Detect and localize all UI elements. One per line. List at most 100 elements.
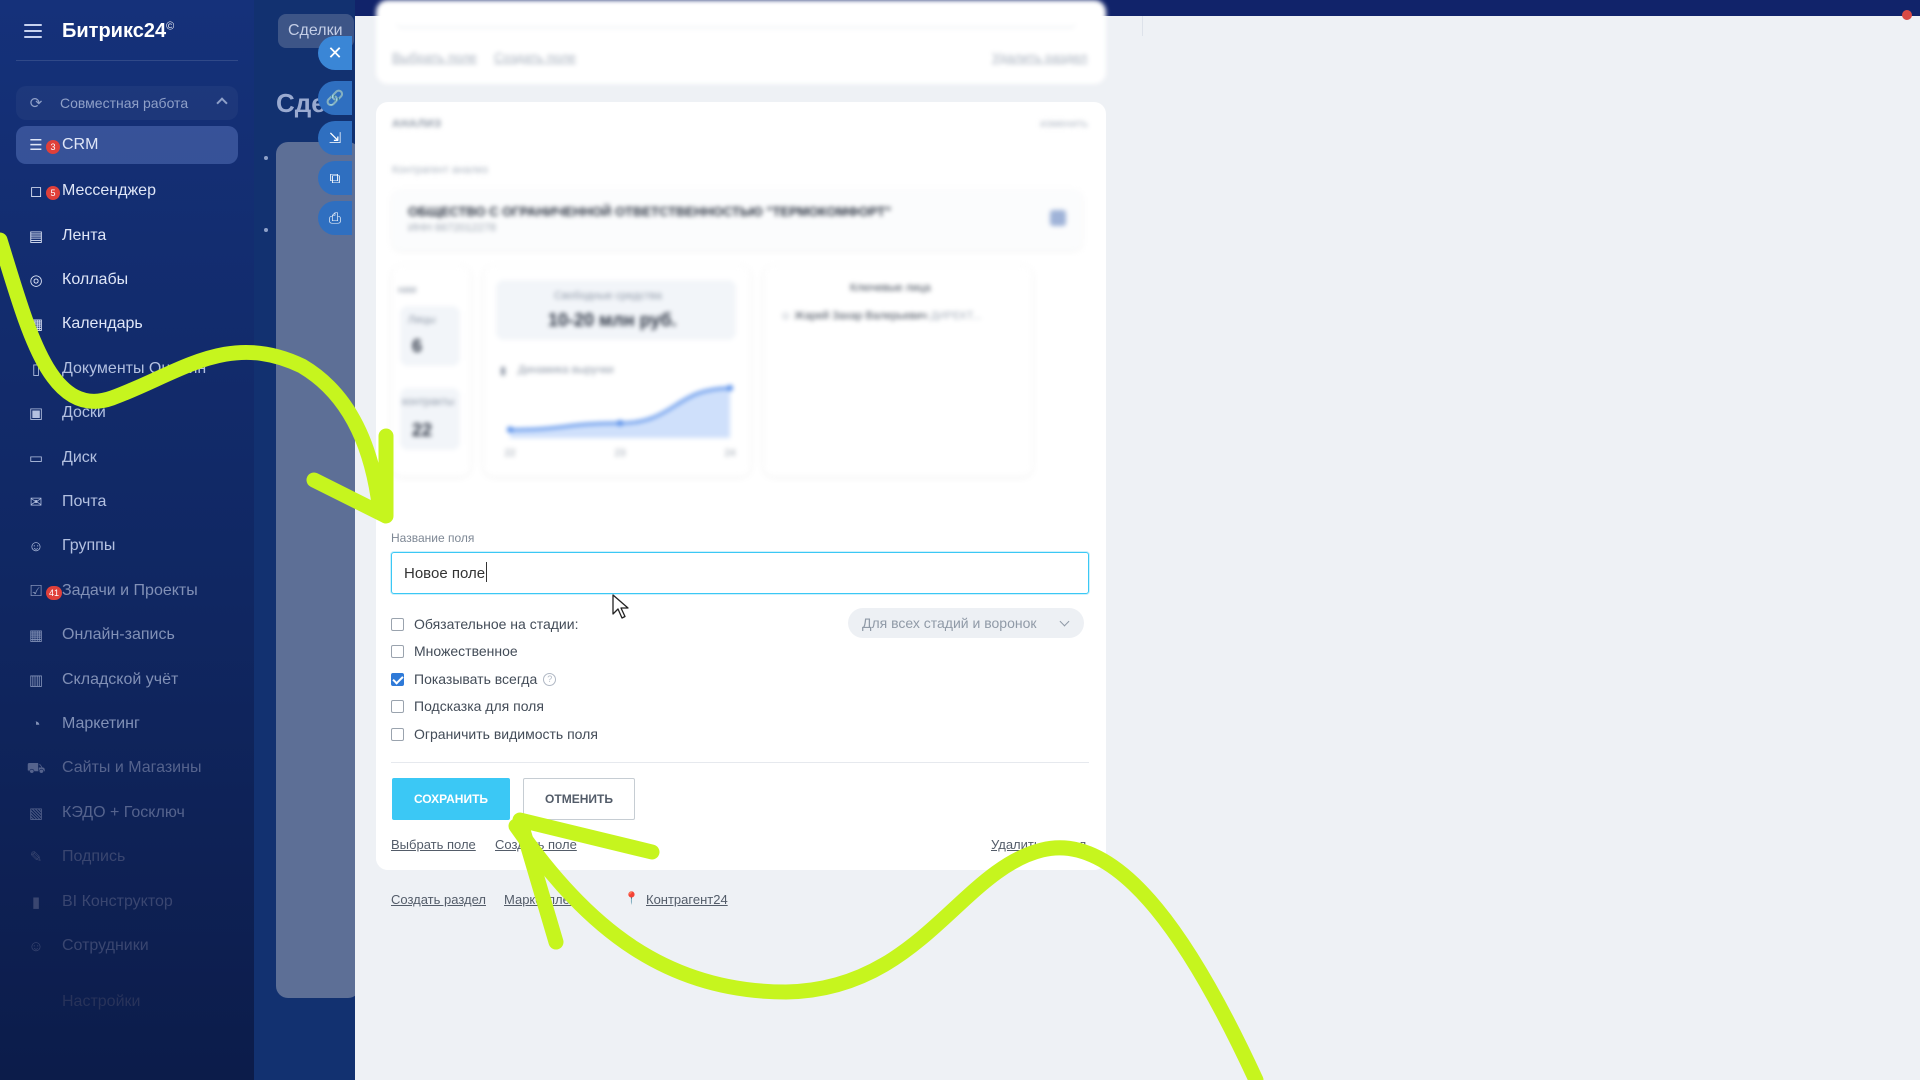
analysis-edit-link[interactable]: изменить: [1040, 118, 1088, 130]
checkbox-multiple[interactable]: [391, 644, 404, 658]
delete-section-link[interactable]: Удалить раздел: [991, 837, 1086, 852]
company-action-icon[interactable]: [1050, 210, 1066, 226]
marketplace-link[interactable]: Маркетплейс: [504, 892, 584, 907]
sidebar-item-label: Коллабы: [62, 271, 129, 288]
sidebar-item-feed[interactable]: ▤ Лента: [16, 217, 238, 255]
sidebar-item-label: BI Конструктор: [62, 893, 173, 910]
sidebar-item-collabs[interactable]: ◎ Коллабы: [16, 261, 238, 299]
mail-icon: ✉: [29, 493, 43, 511]
stat-value: 6: [412, 336, 423, 356]
disk-icon: ▭: [28, 449, 44, 467]
sidebar-item-docs[interactable]: ▯ Документы Онлайн: [16, 350, 238, 388]
stat-box-contracts: контракты 22: [400, 388, 460, 450]
top-section-card: Выбрать поле Создать поле Удалить раздел: [376, 0, 1106, 84]
person-icon: ☺: [780, 310, 795, 322]
create-field-link[interactable]: Создать поле: [494, 50, 576, 65]
menu-icon[interactable]: [24, 24, 42, 38]
save-button[interactable]: СОХРАНИТЬ: [392, 778, 510, 820]
sidebar-item-label: Календарь: [62, 315, 143, 332]
tasks-badge: 41: [46, 586, 63, 600]
sidebar-item-messenger[interactable]: ◻ 5 Мессенджер: [16, 172, 238, 210]
sidebar-item-label: Лента: [62, 227, 107, 244]
inventory-icon: ▥: [28, 671, 44, 689]
sidebar-item-boards[interactable]: ▣ Доски: [16, 394, 238, 432]
create-field-link[interactable]: Создать поле: [495, 837, 577, 852]
collab-group-icon: ⟳: [29, 94, 43, 112]
check-label: Показывать всегда: [414, 671, 538, 687]
sidebar-item-groups[interactable]: ☺ Группы: [16, 527, 238, 565]
select-field-link[interactable]: Выбрать поле: [392, 50, 477, 65]
stats-card: нии Лицы 6 контракты 22: [392, 266, 470, 476]
create-section-link[interactable]: Создать раздел: [391, 892, 486, 907]
sidebar-item-booking[interactable]: ▦ Онлайн-запись: [16, 616, 238, 654]
check-hint[interactable]: Подсказка для поля: [391, 696, 544, 716]
sidebar-item-marketing[interactable]: ◔ Маркетинг: [16, 705, 238, 743]
check-restrict-visibility[interactable]: Ограничить видимость поля: [391, 724, 598, 744]
check-label: Множественное: [414, 643, 518, 659]
sidebar-item-sites[interactable]: ⛟ Сайты и Магазины: [16, 749, 238, 787]
checkbox-restrict-visibility[interactable]: [391, 727, 404, 741]
boards-icon: ▣: [28, 404, 44, 422]
sidebar-item-mail[interactable]: ✉ Почта: [16, 483, 238, 521]
check-show-always[interactable]: Показывать всегда ?: [391, 669, 557, 689]
sidebar-item-crm[interactable]: ☰ 3 CRM: [16, 126, 238, 164]
close-icon[interactable]: ✕: [318, 36, 352, 70]
sidebar-item-tasks[interactable]: ☑ 41 Задачи и Проекты: [16, 572, 238, 610]
revenue-tick-label: 23: [614, 448, 626, 459]
stage-select-value: Для всех стадий и воронок: [862, 615, 1037, 631]
sidebar-item-inventory[interactable]: ▥ Складской учёт: [16, 661, 238, 699]
checkbox-hint[interactable]: [391, 699, 404, 713]
pin-icon: 📍: [624, 891, 639, 905]
funds-value: 10-20 млн руб.: [548, 310, 677, 330]
revenue-point: [617, 420, 623, 426]
revenue-chart: 22 23 24: [504, 385, 736, 459]
company-name: ОБЩЕСТВО С ОГРАНИЧЕННОЙ ОТВЕТСТВЕННОСТЬЮ…: [408, 204, 892, 219]
tasks-icon: ☑ 41: [26, 582, 63, 600]
stage-select[interactable]: Для всех стадий и воронок: [848, 608, 1084, 638]
company-card[interactable]: ОБЩЕСТВО С ОГРАНИЧЕННОЙ ОТВЕТСТВЕННОСТЬЮ…: [392, 190, 1082, 250]
check-required[interactable]: Обязательное на стадии:: [391, 614, 578, 634]
stat-label: контракты: [402, 396, 455, 408]
help-icon[interactable]: ?: [543, 672, 557, 686]
sidebar-group-collab[interactable]: ⟳ Совместная работа: [16, 86, 238, 120]
sidebar-item-label: Задачи и Проекты: [62, 582, 198, 599]
key-persons-title: Ключевые лица: [850, 282, 931, 294]
delete-section-link[interactable]: Удалить раздел: [992, 50, 1087, 65]
sidebar-item-kedo[interactable]: ▧ КЭДО + Госключ: [16, 794, 238, 832]
kontragent-link[interactable]: Контрагент24: [646, 892, 728, 907]
kedo-icon: ▧: [28, 804, 44, 822]
sidebar-item-settings[interactable]: Настройки: [16, 983, 238, 1021]
sidebar-item-label: Мессенджер: [62, 182, 156, 199]
link-icon[interactable]: 🔗: [318, 81, 352, 115]
text-caret: [486, 562, 487, 582]
select-field-link[interactable]: Выбрать поле: [391, 837, 476, 852]
logo[interactable]: Битрикс24©: [62, 20, 174, 43]
sidebar-item-disk[interactable]: ▭ Диск: [16, 439, 238, 477]
cancel-button[interactable]: ОТМЕНИТЬ: [523, 778, 635, 820]
sidebar-item-employees[interactable]: ☺ Сотрудники: [16, 927, 238, 965]
stat-value: 22: [412, 420, 433, 440]
sidebar: Битрикс24© ⟳ Совместная работа ☰ 3 CRM ◻ 5…: [0, 0, 254, 1080]
chevron-up-icon: [216, 97, 228, 109]
revenue-point: [507, 426, 513, 433]
check-multiple[interactable]: Множественное: [391, 641, 518, 661]
checkbox-required[interactable]: [391, 617, 404, 631]
stat-label: Лицы: [408, 314, 436, 326]
settings-icon: [26, 993, 46, 1011]
sidebar-item-calendar[interactable]: ▦ Календарь: [16, 305, 238, 343]
external-link-icon[interactable]: ⧉: [318, 161, 352, 195]
key-person[interactable]: ☺ Жарей Захар Валерьевич ДИРЕКТ...: [780, 310, 981, 322]
checkbox-show-always[interactable]: [391, 672, 404, 686]
sidebar-item-bi[interactable]: ▮ BI Конструктор: [16, 883, 238, 921]
field-name-input[interactable]: [391, 552, 1089, 594]
print-icon[interactable]: ⎙: [318, 201, 352, 235]
sidebar-item-label: Документы Онлайн: [62, 360, 207, 377]
sidebar-item-sign[interactable]: ✎ Подпись: [16, 838, 238, 876]
sidebar-item-label: Сотрудники: [62, 937, 149, 954]
sidebar-item-label: Сайты и Магазины: [62, 759, 202, 776]
check-label: Обязательное на стадии:: [414, 616, 579, 632]
sign-icon: ✎: [29, 848, 43, 866]
download-icon[interactable]: ⇲: [318, 121, 352, 155]
sidebar-item-label: Складской учёт: [62, 671, 179, 688]
crm-badge: 3: [46, 140, 60, 154]
